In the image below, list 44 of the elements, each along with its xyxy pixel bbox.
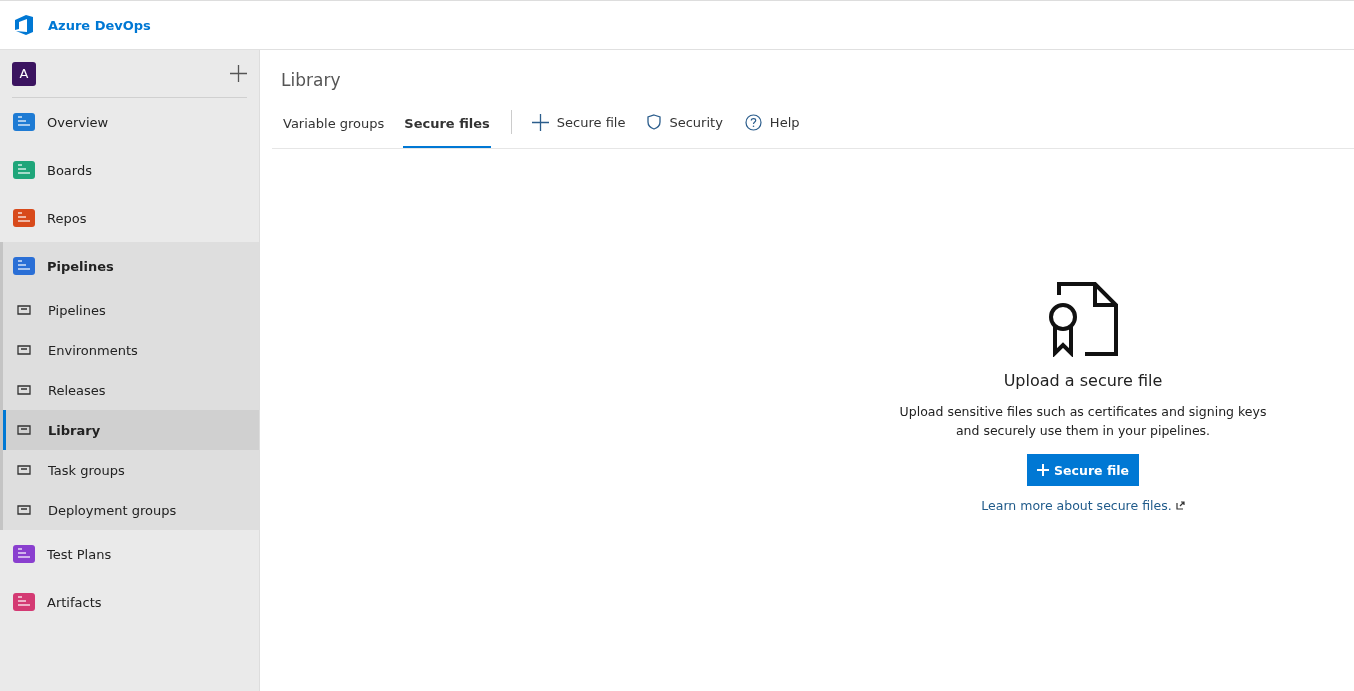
empty-description: Upload sensitive files such as certificates and signing keys and securely use them in your pipelines. [898,403,1268,440]
add-icon [531,113,549,131]
nav-label: Boards [47,162,92,178]
nav-item[interactable]: Test Plans [0,530,259,578]
nav-label: Overview [47,114,109,130]
nav-label: Deployment groups [48,502,177,518]
toolbar-button[interactable]: Secure file [531,113,626,131]
nav-label: Pipelines [47,258,114,274]
add-icon[interactable] [230,65,247,82]
nav-item[interactable]: Overview [0,98,259,146]
nav-label: Pipelines [48,302,106,318]
nav-item[interactable]: Artifacts [0,578,259,626]
nav-label: Repos [47,210,87,226]
tab[interactable]: Variable groups [282,96,386,148]
azure-devops-logo-icon[interactable] [13,14,35,36]
nav-label: Library [48,422,101,438]
toolbar-button[interactable]: Security [647,114,723,130]
nav-subitem[interactable]: Environments [3,330,259,370]
certificate-file-icon [1047,281,1119,357]
learn-more-link[interactable]: Learn more about secure files. [981,498,1185,513]
nav-item[interactable]: Boards [0,146,259,194]
nav-subitem[interactable]: Deployment groups [3,490,259,530]
nav-subitem[interactable]: Releases [3,370,259,410]
empty-heading: Upload a secure file [1003,371,1163,390]
nav-label: Environments [48,342,138,358]
nav-item[interactable]: Pipelines [3,242,259,290]
project-avatar[interactable]: A [12,61,36,86]
add-secure-file-button[interactable]: Secure file [1027,454,1139,486]
nav-item[interactable]: Repos [0,194,259,242]
nav-label: Releases [48,382,106,398]
toolbar-button[interactable]: Help [744,113,800,131]
external-link-icon [1175,501,1185,510]
nav-label: Task groups [48,462,125,478]
help-icon [744,113,762,131]
tab[interactable]: Secure files [403,96,491,148]
nav-label: Artifacts [47,594,102,610]
nav-subitem[interactable]: Task groups [3,450,259,490]
nav-label: Test Plans [47,546,112,562]
shield-icon [647,114,662,130]
product-name[interactable]: Azure DevOps [48,17,151,33]
nav-subitem[interactable]: Pipelines [3,290,259,330]
page-title: Library [281,70,342,92]
add-icon [1037,464,1050,476]
nav-subitem[interactable]: Library [3,410,259,450]
